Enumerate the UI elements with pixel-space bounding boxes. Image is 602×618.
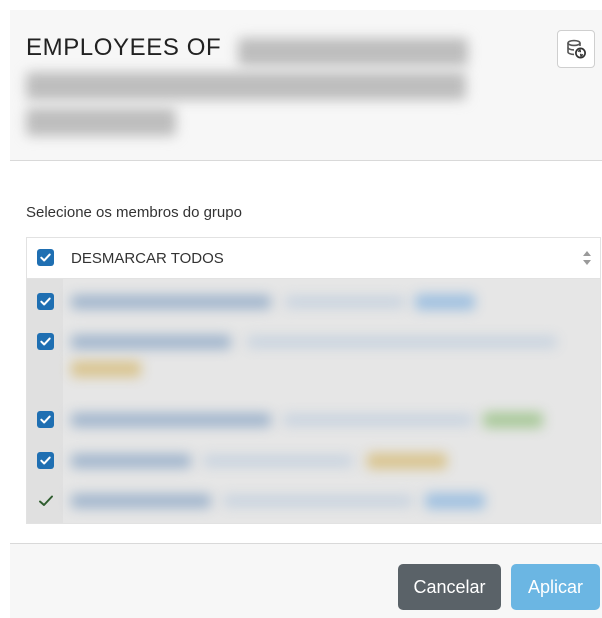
member-checkbox[interactable] xyxy=(37,293,54,310)
dialog-title: EMPLOYEES OF xyxy=(26,34,222,61)
redacted-member-badge xyxy=(483,412,543,428)
redacted-member-email xyxy=(223,495,413,507)
dialog-header: EMPLOYEES OF xyxy=(10,10,602,160)
redacted-member-badge xyxy=(425,493,485,509)
redacted-member-name xyxy=(71,295,271,309)
member-row[interactable] xyxy=(27,441,600,481)
redacted-member-name xyxy=(71,454,191,468)
redacted-member-email xyxy=(283,414,473,426)
redacted-company-name-line-1 xyxy=(238,38,468,66)
members-label: Selecione os membros do grupo xyxy=(26,204,242,221)
apply-button[interactable]: Aplicar xyxy=(511,564,600,610)
redacted-member-badge xyxy=(367,453,447,469)
redacted-member-email xyxy=(247,336,557,348)
redacted-member-badge xyxy=(415,294,475,310)
check-icon[interactable] xyxy=(38,494,54,508)
dialog-footer: Cancelar Aplicar xyxy=(10,544,602,618)
redacted-member-name xyxy=(71,494,211,508)
redacted-member-name xyxy=(71,335,231,349)
check-icon xyxy=(40,253,51,262)
toggle-all-row[interactable]: DESMARCAR TODOS xyxy=(27,238,600,279)
member-row[interactable] xyxy=(27,399,600,441)
members-list: DESMARCAR TODOS xyxy=(26,237,601,524)
check-icon xyxy=(40,456,51,465)
refresh-button[interactable] xyxy=(557,30,595,68)
member-row[interactable] xyxy=(27,481,600,521)
header-divider xyxy=(10,160,602,161)
redacted-company-name-line-2 xyxy=(26,72,466,100)
member-row[interactable] xyxy=(27,321,600,389)
database-refresh-icon xyxy=(567,39,586,59)
check-icon xyxy=(40,337,51,346)
member-row[interactable] xyxy=(27,279,600,321)
member-checkbox[interactable] xyxy=(37,333,54,350)
redacted-company-name-line-3 xyxy=(26,108,176,136)
toggle-all-checkbox[interactable] xyxy=(37,249,54,266)
toggle-all-label[interactable]: DESMARCAR TODOS xyxy=(71,250,224,267)
sort-icon[interactable] xyxy=(582,250,592,266)
redacted-member-email xyxy=(285,296,405,308)
member-checkbox[interactable] xyxy=(37,452,54,469)
redacted-member-badge xyxy=(71,361,141,377)
redacted-member-name xyxy=(71,413,271,427)
cancel-button[interactable]: Cancelar xyxy=(398,564,501,610)
member-checkbox[interactable] xyxy=(37,411,54,428)
redacted-member-email xyxy=(203,455,353,467)
check-icon xyxy=(40,415,51,424)
check-icon xyxy=(40,297,51,306)
group-members-dialog: EMPLOYEES OF Selecione os membros do gru… xyxy=(10,10,602,618)
